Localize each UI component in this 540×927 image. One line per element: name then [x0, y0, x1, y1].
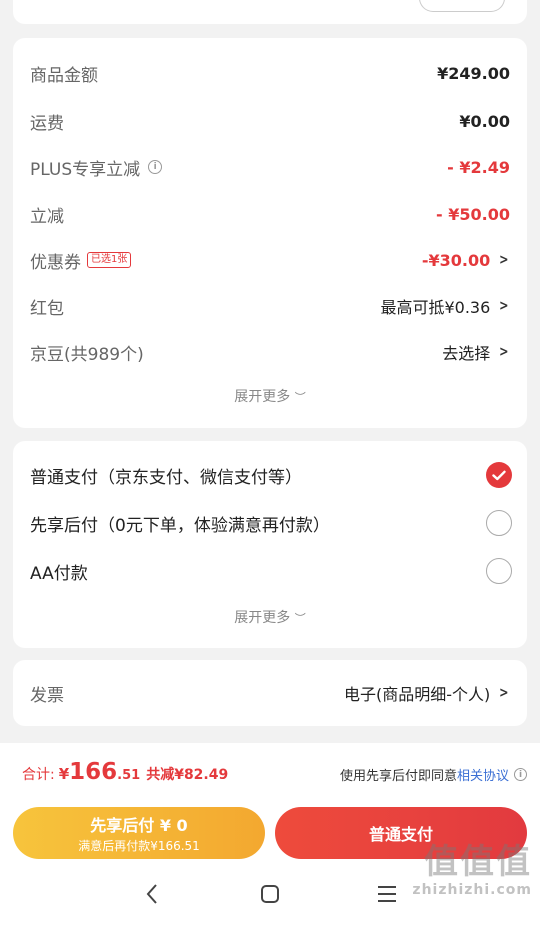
chevron-right-icon: > — [499, 298, 509, 314]
summary-row-redpacket[interactable]: 红包 最高可抵¥0.36 > — [30, 292, 510, 320]
total-integer: 166 — [69, 759, 118, 785]
agreement-line: 使用先享后付即同意 相关协议 i — [340, 765, 527, 784]
shipping-label: 运费 — [30, 113, 64, 134]
coupon-label: 优惠券 — [30, 252, 81, 273]
radio-unchecked[interactable] — [486, 558, 512, 584]
summary-expand-more[interactable]: 展开更多 ︶ — [13, 386, 527, 406]
payment-option-later-label: 先享后付（0元下单，体验满意再付款） — [30, 515, 330, 536]
payment-option-aa[interactable]: AA付款 — [30, 557, 512, 585]
watermark-logo: 值值值 — [424, 842, 532, 882]
payment-option-normal[interactable]: 普通支付（京东支付、微信支付等） — [30, 461, 512, 489]
agreement-text: 使用先享后付即同意 — [339, 769, 457, 784]
radio-unchecked[interactable] — [486, 510, 512, 536]
invoice-value: 电子(商品明细-个人) — [344, 685, 491, 704]
direct-discount-value: - ¥50.00 — [436, 204, 510, 224]
invoice-card[interactable]: 发票 电子(商品明细-个人) > — [13, 660, 527, 726]
redpacket-label: 红包 — [30, 298, 64, 319]
payment-option-later[interactable]: 先享后付（0元下单，体验满意再付款） — [30, 509, 512, 537]
chevron-down-icon: ︶ — [294, 391, 306, 404]
jingdou-value: 去选择 — [442, 344, 491, 363]
summary-row-direct-discount: 立减 - ¥50.00 — [30, 200, 510, 228]
payment-method-card: 普通支付（京东支付、微信支付等） 先享后付（0元下单，体验满意再付款） AA付款… — [13, 441, 527, 648]
home-icon[interactable] — [260, 884, 280, 904]
menu-icon[interactable] — [377, 885, 397, 903]
coupon-selected-badge: 已选1张 — [87, 252, 132, 268]
summary-row-jingdou[interactable]: 京豆(共989个) 去选择 > — [30, 338, 510, 366]
summary-row-goods: 商品金额 ¥249.00 — [30, 59, 510, 87]
chevron-right-icon: > — [499, 344, 509, 360]
chevron-down-icon: ︶ — [294, 612, 306, 625]
agreement-link[interactable]: 相关协议 — [457, 765, 509, 784]
price-summary-card: 商品金额 ¥249.00 运费 ¥0.00 PLUS专享立减 i - ¥2.49… — [13, 38, 527, 428]
goods-amount-label: 商品金额 — [30, 65, 98, 86]
checkout-bar: 合计: ¥ 166 .51 共减¥82.49 使用先享后付即同意 相关协议 i … — [0, 743, 540, 927]
total-label: 合计: — [22, 767, 55, 783]
info-icon[interactable]: i — [148, 160, 163, 174]
summary-row-coupon[interactable]: 优惠券 已选1张 -¥30.00 > — [30, 246, 510, 274]
top-card-partial — [13, 0, 527, 24]
payment-option-aa-label: AA付款 — [30, 563, 88, 584]
check-icon — [492, 470, 506, 480]
chevron-right-icon: > — [499, 685, 509, 701]
direct-discount-label: 立减 — [30, 206, 64, 227]
summary-row-shipping: 运费 ¥0.00 — [30, 107, 510, 135]
plus-discount-label: PLUS专享立减 — [30, 159, 141, 180]
info-icon[interactable]: i — [514, 768, 527, 781]
payment-option-normal-label: 普通支付（京东支付、微信支付等） — [30, 467, 302, 488]
pay-later-title: 先享后付 ¥ 0 — [90, 816, 188, 835]
total-saved: 共减¥82.49 — [146, 767, 229, 783]
goods-amount-value: ¥249.00 — [437, 63, 510, 83]
coupon-value: -¥30.00 — [421, 250, 491, 270]
radio-checked[interactable] — [486, 462, 512, 488]
invoice-label: 发票 — [30, 685, 64, 706]
watermark: 值值值 zhizhizhi.com — [412, 843, 532, 899]
redpacket-value: 最高可抵¥0.36 — [380, 298, 491, 317]
summary-row-plus: PLUS专享立减 i - ¥2.49 — [30, 153, 510, 181]
partial-pill-button[interactable] — [419, 0, 505, 12]
expand-more-label: 展开更多 — [234, 610, 291, 626]
shipping-value: ¥0.00 — [459, 111, 510, 131]
plus-discount-value: - ¥2.49 — [447, 157, 510, 177]
jingdou-label: 京豆(共989个) — [30, 344, 144, 365]
payment-expand-more[interactable]: 展开更多 ︶ — [13, 607, 527, 627]
pay-later-button[interactable]: 先享后付 ¥ 0 满意后再付款¥166.51 — [13, 807, 265, 859]
back-icon[interactable] — [144, 883, 160, 905]
total-currency: ¥ — [58, 765, 70, 783]
chevron-right-icon: > — [499, 252, 509, 268]
total-line: 合计: ¥ 166 .51 共减¥82.49 — [22, 759, 228, 785]
expand-more-label: 展开更多 — [234, 389, 291, 405]
pay-later-subtitle: 满意后再付款¥166.51 — [78, 839, 200, 853]
invoice-row[interactable]: 发票 电子(商品明细-个人) > — [30, 679, 510, 707]
total-decimal: .51 — [117, 768, 141, 783]
watermark-url: zhizhizhi.com — [412, 882, 532, 898]
